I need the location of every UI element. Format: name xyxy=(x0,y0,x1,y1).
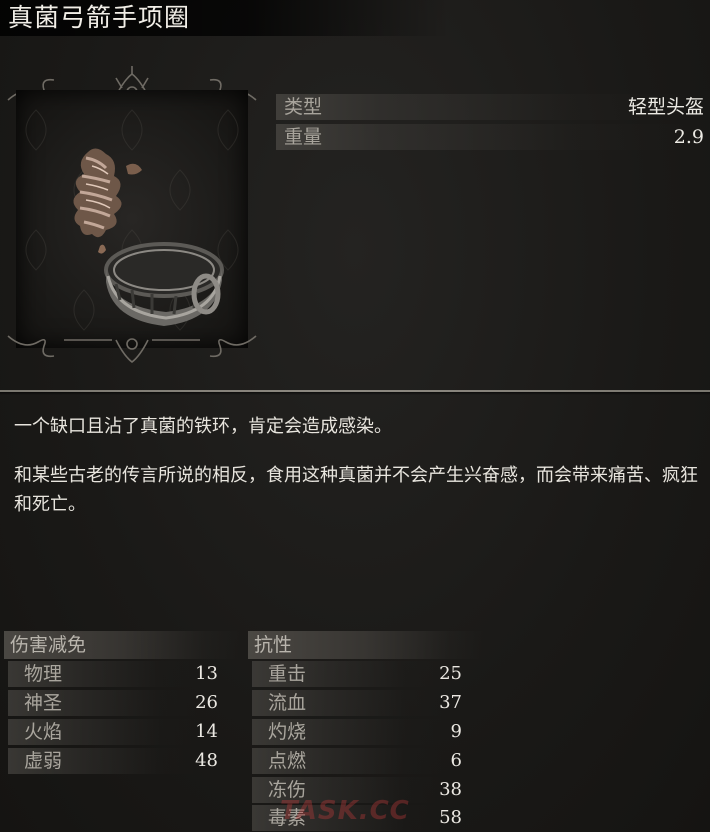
item-art-panel xyxy=(4,66,260,370)
resist-value: 9 xyxy=(450,721,462,742)
damage-row-fire: 火焰 14 xyxy=(8,719,224,745)
stat-value-type: 轻型头盔 xyxy=(627,96,704,118)
fungal-collar-item-icon xyxy=(73,148,224,326)
resist-row-bleed: 流血 37 xyxy=(252,690,468,716)
resist-row-ignite: 点燃 6 xyxy=(252,748,468,774)
damage-label: 虚弱 xyxy=(24,750,63,772)
description-paragraph: 一个缺口且沾了真菌的铁环，肯定会造成感染。 xyxy=(14,416,392,437)
stat-label-weight: 重量 xyxy=(284,126,323,148)
damage-value: 13 xyxy=(195,663,218,684)
item-art-frame xyxy=(16,90,248,348)
damage-label: 物理 xyxy=(24,663,63,685)
damage-value: 14 xyxy=(195,721,218,742)
resist-label: 重击 xyxy=(268,663,307,685)
damage-value: 48 xyxy=(195,750,218,771)
damage-reduction-header: 伤害减免 xyxy=(4,631,240,659)
damage-row-frailty: 虚弱 48 xyxy=(8,748,224,774)
resist-row-burn: 灼烧 9 xyxy=(252,719,468,745)
stat-label-type: 类型 xyxy=(284,96,323,118)
stat-row-weight: 重量 2.9 xyxy=(276,124,710,150)
damage-value: 26 xyxy=(195,692,218,713)
resistance-header: 抗性 xyxy=(248,631,484,659)
resist-value: 58 xyxy=(439,807,462,828)
watermark: TASK.CC xyxy=(280,796,410,826)
resist-value: 25 xyxy=(439,663,462,684)
stat-row-background xyxy=(276,124,696,150)
item-title: 真菌弓箭手项圈 xyxy=(8,3,191,32)
damage-row-holy: 神圣 26 xyxy=(8,690,224,716)
resist-label: 点燃 xyxy=(268,750,307,772)
section-divider xyxy=(0,388,710,396)
item-detail-screen: 真菌弓箭手项圈 类型 轻型头盔 重量 2.9 一个缺口且沾了真菌的铁环，肯定会造… xyxy=(0,0,710,832)
gothic-ornament-bottom-icon xyxy=(7,335,257,364)
resistance-title: 抗性 xyxy=(254,634,293,656)
resist-value: 37 xyxy=(439,692,462,713)
damage-label: 神圣 xyxy=(24,692,63,714)
damage-row-physical: 物理 13 xyxy=(8,661,224,687)
stat-value-weight: 2.9 xyxy=(673,126,704,148)
resist-value: 38 xyxy=(439,779,462,800)
divider-shadow xyxy=(0,392,710,395)
stat-row-type: 类型 轻型头盔 xyxy=(276,94,710,120)
damage-label: 火焰 xyxy=(24,721,63,743)
resist-value: 6 xyxy=(450,750,462,771)
resist-label: 流血 xyxy=(268,692,307,714)
resist-row-strike: 重击 25 xyxy=(252,661,468,687)
description-paragraph: 和某些古老的传言所说的相反，食用这种真菌并不会产生兴奋感，而会带来痛苦、疯狂和死… xyxy=(14,465,698,515)
damage-reduction-title: 伤害减免 xyxy=(10,634,87,656)
item-description: 一个缺口且沾了真菌的铁环，肯定会造成感染。 和某些古老的传言所说的相反，食用这种… xyxy=(14,412,698,539)
resist-label: 灼烧 xyxy=(268,721,307,743)
